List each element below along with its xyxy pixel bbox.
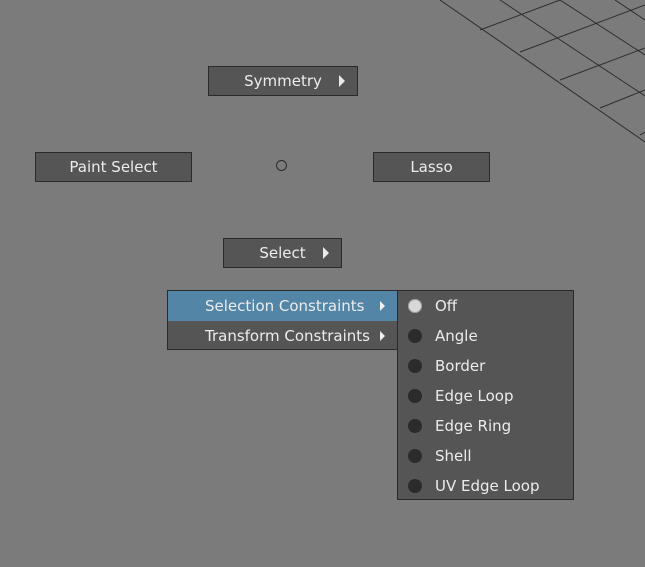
constraint-option-edge-loop[interactable]: Edge Loop bbox=[398, 381, 573, 411]
submenu-arrow-icon bbox=[339, 75, 345, 87]
paint-select-label: Paint Select bbox=[69, 158, 158, 176]
radio-unchecked-icon bbox=[408, 419, 422, 433]
lasso-label: Lasso bbox=[410, 158, 453, 176]
symmetry-label: Symmetry bbox=[244, 72, 322, 90]
radio-unchecked-icon bbox=[408, 479, 422, 493]
option-label: UV Edge Loop bbox=[435, 477, 540, 495]
select-label: Select bbox=[259, 244, 306, 262]
option-label: Edge Ring bbox=[435, 417, 512, 435]
constraint-option-shell[interactable]: Shell bbox=[398, 441, 573, 471]
constraint-option-off[interactable]: Off bbox=[398, 291, 573, 321]
option-label: Angle bbox=[435, 327, 478, 345]
lasso-button[interactable]: Lasso bbox=[373, 152, 490, 182]
constraint-option-uv-edge-loop[interactable]: UV Edge Loop bbox=[398, 471, 573, 501]
radio-checked-icon bbox=[408, 299, 422, 313]
paint-select-button[interactable]: Paint Select bbox=[35, 152, 192, 182]
menu-item-transform-constraints[interactable]: Transform Constraints bbox=[168, 321, 397, 351]
select-button[interactable]: Select bbox=[223, 238, 342, 268]
option-label: Border bbox=[435, 357, 486, 375]
radio-unchecked-icon bbox=[408, 449, 422, 463]
menu-item-label: Selection Constraints bbox=[205, 297, 365, 315]
option-label: Shell bbox=[435, 447, 472, 465]
constraint-option-edge-ring[interactable]: Edge Ring bbox=[398, 411, 573, 441]
radio-unchecked-icon bbox=[408, 329, 422, 343]
option-label: Off bbox=[435, 297, 458, 315]
menu-item-selection-constraints[interactable]: Selection Constraints bbox=[168, 291, 397, 321]
marking-menu-center-icon bbox=[276, 160, 287, 171]
constraints-submenu: Off Angle Border Edge Loop Edge Ring She… bbox=[397, 290, 574, 500]
submenu-arrow-icon bbox=[380, 331, 385, 341]
constraint-option-border[interactable]: Border bbox=[398, 351, 573, 381]
radio-unchecked-icon bbox=[408, 389, 422, 403]
select-submenu: Selection Constraints Transform Constrai… bbox=[167, 290, 398, 350]
radio-unchecked-icon bbox=[408, 359, 422, 373]
submenu-arrow-icon bbox=[380, 301, 385, 311]
submenu-arrow-icon bbox=[323, 247, 329, 259]
menu-item-label: Transform Constraints bbox=[205, 327, 370, 345]
symmetry-button[interactable]: Symmetry bbox=[208, 66, 358, 96]
option-label: Edge Loop bbox=[435, 387, 514, 405]
constraint-option-angle[interactable]: Angle bbox=[398, 321, 573, 351]
